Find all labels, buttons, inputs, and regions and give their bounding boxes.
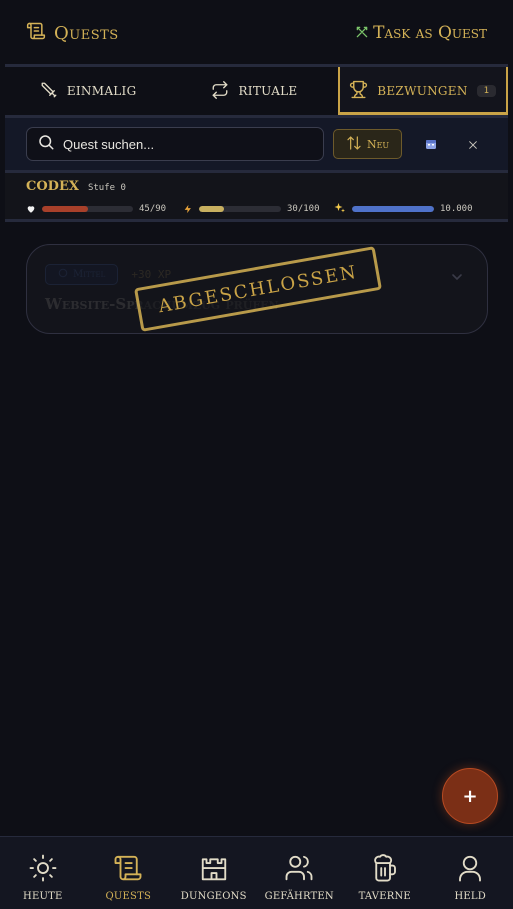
- nav-label: Gefährten: [264, 891, 334, 902]
- count-badge: 1: [476, 85, 497, 97]
- heart-icon: [26, 199, 36, 218]
- nav-item-heute[interactable]: Heute: [0, 837, 86, 909]
- nav-item-dungeons[interactable]: Dungeons: [171, 837, 257, 909]
- trophy-icon: [349, 80, 368, 102]
- divider: [5, 219, 508, 222]
- scroll-icon: [113, 853, 143, 887]
- energy-bar: [199, 205, 281, 212]
- nav-item-taverne[interactable]: Taverne: [342, 837, 428, 909]
- xp-reward: +30 XP: [131, 268, 172, 281]
- hp-value: 45/90: [139, 203, 167, 214]
- bottom-nav: Heute Quests Dungeons Gefährten: [0, 836, 513, 909]
- xp-stat: 10.000: [334, 199, 473, 218]
- sword-icon: [40, 81, 58, 102]
- mug-icon: [370, 853, 400, 887]
- energy-stat: 30/100: [183, 199, 327, 218]
- hero-status: CODEX Stufe 0 45/90 30/100 10.000: [5, 173, 508, 219]
- brand[interactable]: Quests: [26, 21, 119, 45]
- nav-label: Taverne: [358, 891, 411, 902]
- tab-einmalig[interactable]: Einmalig: [5, 67, 171, 115]
- task-as-quest-link[interactable]: Task as Quest: [355, 23, 487, 43]
- calendar-icon: [425, 135, 437, 154]
- hero-level: Stufe 0: [87, 183, 126, 193]
- nav-label: Heute: [23, 891, 63, 902]
- person-icon: [455, 853, 485, 887]
- quest-toolbar: Neu: [5, 118, 508, 170]
- castle-icon: [199, 853, 229, 887]
- nav-item-quests[interactable]: Quests: [86, 837, 172, 909]
- task-as-quest-label: Task as Quest: [373, 23, 487, 43]
- add-quest-button[interactable]: +: [442, 768, 498, 824]
- hp-bar: [42, 205, 133, 212]
- search-box[interactable]: [26, 127, 325, 161]
- tab-label: Einmalig: [66, 84, 137, 98]
- users-icon: [284, 853, 314, 887]
- nav-label: Quests: [105, 891, 151, 902]
- tab-rituale[interactable]: Rituale: [171, 67, 337, 115]
- search-icon: [37, 133, 55, 155]
- tab-bezwungen[interactable]: Bezwungen 1: [337, 67, 508, 115]
- xp-bar-fill: [352, 205, 434, 212]
- search-input[interactable]: [63, 136, 303, 152]
- xp-bar: [352, 205, 434, 212]
- tab-label: Rituale: [238, 84, 298, 98]
- xp-value: 10.000: [440, 203, 473, 214]
- sort-label: Neu: [366, 137, 390, 151]
- sun-icon: [28, 853, 58, 887]
- nav-item-gefaehrten[interactable]: Gefährten: [257, 837, 343, 909]
- shield-icon: [58, 268, 68, 281]
- sort-button[interactable]: Neu: [333, 129, 402, 159]
- app-header: Quests Task as Quest: [0, 0, 513, 66]
- nav-label: Held: [454, 891, 486, 902]
- hero-name: CODEX: [26, 179, 79, 194]
- hp-stat: 45/90: [26, 199, 179, 218]
- nav-label: Dungeons: [180, 891, 247, 902]
- sort-arrows-icon: [346, 135, 362, 154]
- difficulty-badge: Mittel: [45, 264, 119, 285]
- page-title: Quests: [54, 22, 119, 44]
- crossed-swords-icon: [355, 24, 369, 43]
- difficulty-filter-button[interactable]: [459, 130, 487, 158]
- tab-label: Bezwungen: [377, 84, 468, 98]
- crossed-swords-icon: [468, 135, 478, 154]
- calendar-button[interactable]: [417, 130, 445, 158]
- scroll-icon: [26, 21, 46, 45]
- energy-value: 30/100: [287, 203, 320, 214]
- repeat-icon: [211, 80, 229, 102]
- difficulty-label: Mittel: [73, 269, 106, 280]
- lightning-icon: [183, 199, 193, 218]
- hp-bar-fill: [42, 205, 88, 212]
- quest-tabs: Einmalig Rituale Bezwungen 1: [5, 67, 508, 115]
- sparkles-icon: [334, 199, 346, 218]
- energy-bar-fill: [199, 205, 224, 212]
- nav-item-held[interactable]: Held: [428, 837, 513, 909]
- chevron-down-icon[interactable]: [449, 269, 465, 289]
